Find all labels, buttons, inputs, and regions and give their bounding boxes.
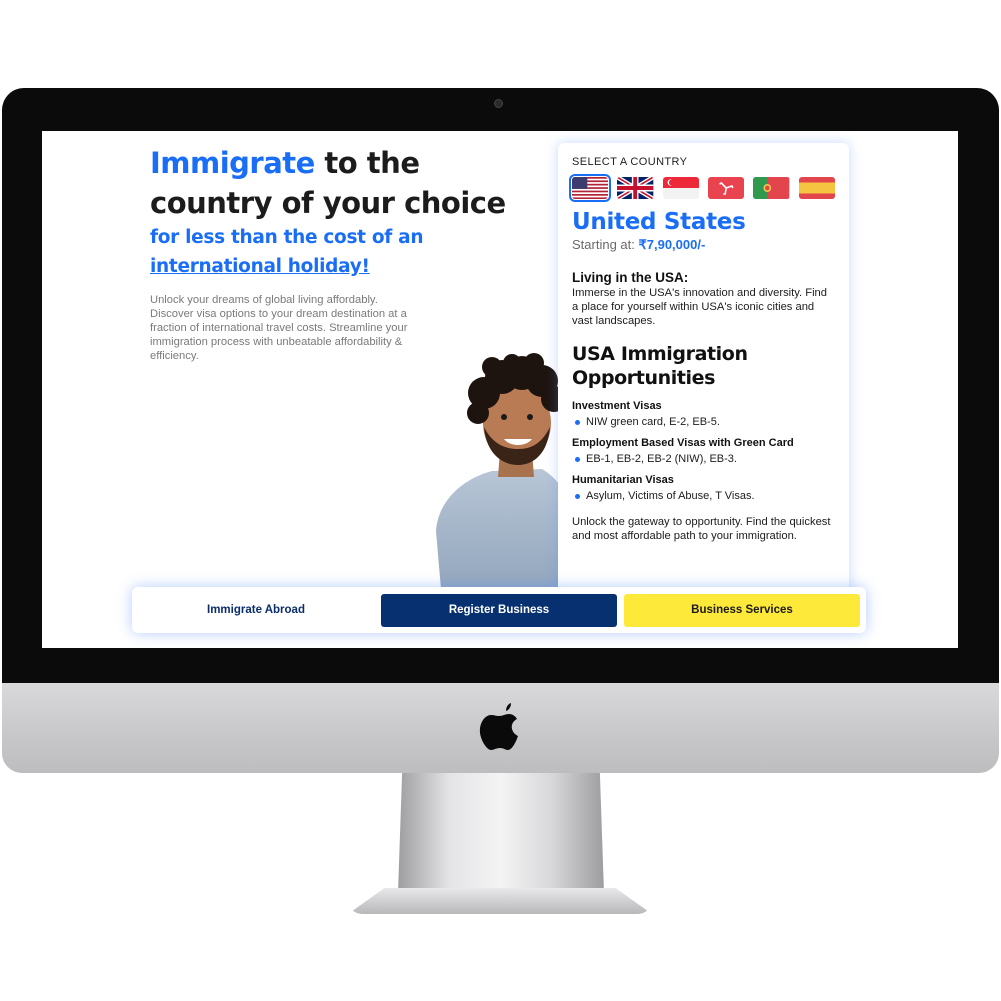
country-card: SELECT A COUNTRY United States Starting … xyxy=(558,143,849,593)
price-value: ₹7,90,000/- xyxy=(638,237,706,252)
visa-group-investment: Investment Visas NIW green card, E-2, EB… xyxy=(572,400,835,428)
visa-item-text: EB-1, EB-2, EB-2 (NIW), EB-3. xyxy=(586,453,737,465)
international-holiday-link[interactable]: international holiday! xyxy=(150,256,370,277)
hero-title: Immigrate to the country of your choice xyxy=(150,143,510,223)
visa-list-item: EB-1, EB-2, EB-2 (NIW), EB-3. xyxy=(572,453,835,465)
uk-flag-icon[interactable] xyxy=(617,177,654,199)
visa-group-humanitarian: Humanitarian Visas Asylum, Victims of Ab… xyxy=(572,474,835,502)
service-tabs: Immigrate Abroad Register Business Busin… xyxy=(132,587,866,633)
bullet-icon xyxy=(575,456,580,462)
visa-group-employment: Employment Based Visas with Green Card E… xyxy=(572,437,835,465)
flag-selector xyxy=(568,174,835,202)
visa-item-text: NIW green card, E-2, EB-5. xyxy=(586,416,720,428)
bullet-icon xyxy=(575,493,580,499)
monitor-stand-base xyxy=(348,888,652,914)
singapore-flag-icon[interactable] xyxy=(662,177,699,199)
visa-list-item: Asylum, Victims of Abuse, T Visas. xyxy=(572,490,835,502)
visa-group-heading: Investment Visas xyxy=(572,400,662,412)
living-title: Living in the USA: xyxy=(572,270,689,285)
visa-group-heading: Employment Based Visas with Green Card xyxy=(572,437,794,449)
monitor-stand xyxy=(398,773,604,893)
isle-of-man-flag-icon[interactable] xyxy=(707,177,745,199)
camera-icon xyxy=(494,99,503,108)
living-text: Immerse in the USA's innovation and dive… xyxy=(572,287,828,327)
hero-subtitle: for less than the cost of an internation… xyxy=(150,223,470,281)
hero-title-part1: to the xyxy=(314,146,420,180)
select-country-label: SELECT A COUNTRY xyxy=(572,156,688,168)
opportunities-title: USA Immigration Opportunities xyxy=(572,343,748,389)
portugal-flag-icon[interactable] xyxy=(753,177,790,199)
country-name: United States xyxy=(572,209,746,235)
spain-flag-icon[interactable] xyxy=(798,177,835,199)
visa-list-item: NIW green card, E-2, EB-5. xyxy=(572,416,835,428)
hero-title-accent: Immigrate xyxy=(150,146,315,180)
hero-subtitle-line1: for less than the cost of an xyxy=(150,227,424,248)
hero-title-part2: country of your choice xyxy=(150,186,506,220)
visa-group-heading: Humanitarian Visas xyxy=(572,474,674,486)
tab-immigrate-abroad[interactable]: Immigrate Abroad xyxy=(138,593,374,627)
tab-business-services[interactable]: Business Services xyxy=(624,593,860,627)
starting-price: Starting at: ₹7,90,000/- xyxy=(572,237,835,253)
screen: Immigrate to the country of your choice … xyxy=(42,131,958,648)
card-footer-text: Unlock the gateway to opportunity. Find … xyxy=(572,516,831,542)
hero-description: Unlock your dreams of global living affo… xyxy=(150,294,408,362)
visa-item-text: Asylum, Victims of Abuse, T Visas. xyxy=(586,490,755,502)
bullet-icon xyxy=(575,419,580,425)
apple-logo-icon xyxy=(479,703,518,750)
starting-label: Starting at: xyxy=(572,237,639,252)
usa-flag-icon[interactable] xyxy=(568,174,612,202)
tab-register-business[interactable]: Register Business xyxy=(381,593,617,627)
